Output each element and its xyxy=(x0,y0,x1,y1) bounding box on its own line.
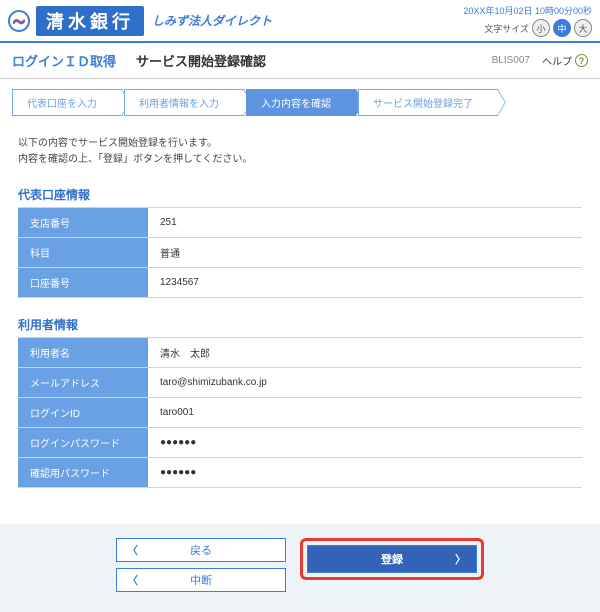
help-label: ヘルプ xyxy=(542,53,572,68)
field-value: ●●●●●● xyxy=(148,458,582,488)
field-value: 1234567 xyxy=(148,268,582,298)
cancel-button[interactable]: 〈 中断 xyxy=(116,568,286,592)
field-label: 科目 xyxy=(18,238,148,268)
chevron-left-icon: 〈 xyxy=(127,542,138,558)
table-row: 科目普通 xyxy=(18,238,582,268)
fontsize-label: 文字サイズ xyxy=(484,22,529,35)
table-row: メールアドレスtaro@shimizubank.co.jp xyxy=(18,368,582,398)
chevron-left-icon: 〈 xyxy=(127,572,138,588)
step-indicator: 代表口座を入力 利用者情報を入力 入力内容を確認 サービス開始登録完了 xyxy=(0,79,600,122)
bank-logo-icon xyxy=(8,10,30,32)
field-label: 利用者名 xyxy=(18,338,148,368)
page-subheader: ログインＩＤ取得 サービス開始登録確認 BLIS007 ヘルプ ? xyxy=(0,43,600,79)
step-2: 利用者情報を入力 xyxy=(124,89,238,116)
table-row: ログインパスワード●●●●●● xyxy=(18,428,582,458)
step-4: サービス開始登録完了 xyxy=(358,89,492,116)
field-label: 支店番号 xyxy=(18,208,148,238)
table-row: 確認用パスワード●●●●●● xyxy=(18,458,582,488)
fontsize-large-button[interactable]: 大 xyxy=(574,19,592,37)
table-row: 利用者名清水 太郎 xyxy=(18,338,582,368)
bank-name: 清水銀行 xyxy=(36,6,144,36)
cancel-button-label: 中断 xyxy=(190,572,212,588)
chevron-right-icon: 〉 xyxy=(455,551,466,567)
help-link[interactable]: ヘルプ ? xyxy=(542,53,588,68)
screen-id: BLIS007 xyxy=(492,55,530,66)
fontsize-small-button[interactable]: 小 xyxy=(532,19,550,37)
table-row: 口座番号1234567 xyxy=(18,268,582,298)
instruction-line-2: 内容を確認の上、「登録」ボタンを押してください。 xyxy=(18,152,582,168)
app-header: 清水銀行 しみず法人ダイレクト 20XX年10月02日 10時00分00秒 文字… xyxy=(0,0,600,43)
step-1: 代表口座を入力 xyxy=(12,89,116,116)
page-title: ログインＩＤ取得 xyxy=(12,51,116,70)
service-tagline: しみず法人ダイレクト xyxy=(152,12,272,29)
field-label: メールアドレス xyxy=(18,368,148,398)
user-info-table: 利用者名清水 太郎 メールアドレスtaro@shimizubank.co.jp … xyxy=(18,337,582,488)
fontsize-controls: 文字サイズ 小 中 大 xyxy=(463,19,592,37)
field-value: taro001 xyxy=(148,398,582,428)
field-value: 251 xyxy=(148,208,582,238)
field-value: 清水 太郎 xyxy=(148,338,582,368)
account-info-table: 支店番号251 科目普通 口座番号1234567 xyxy=(18,207,582,298)
field-label: ログインパスワード xyxy=(18,428,148,458)
submit-button-label: 登録 xyxy=(381,551,403,567)
help-icon: ? xyxy=(575,54,588,67)
table-row: 支店番号251 xyxy=(18,208,582,238)
action-bar: 〈 戻る 〈 中断 登録 〉 xyxy=(0,524,600,612)
timestamp: 20XX年10月02日 10時00分00秒 xyxy=(463,4,592,17)
section2-title: 利用者情報 xyxy=(18,316,582,333)
back-button-label: 戻る xyxy=(190,542,212,558)
table-row: ログインIDtaro001 xyxy=(18,398,582,428)
back-button[interactable]: 〈 戻る xyxy=(116,538,286,562)
instruction-line-1: 以下の内容でサービス開始登録を行います。 xyxy=(18,136,582,152)
field-label: 確認用パスワード xyxy=(18,458,148,488)
submit-highlight: 登録 〉 xyxy=(300,538,484,580)
submit-button[interactable]: 登録 〉 xyxy=(307,545,477,573)
page-subtitle: サービス開始登録確認 xyxy=(136,51,266,70)
header-right: 20XX年10月02日 10時00分00秒 文字サイズ 小 中 大 xyxy=(463,4,592,37)
field-label: ログインID xyxy=(18,398,148,428)
field-value: 普通 xyxy=(148,238,582,268)
field-value: taro@shimizubank.co.jp xyxy=(148,368,582,398)
field-value: ●●●●●● xyxy=(148,428,582,458)
instruction-text: 以下の内容でサービス開始登録を行います。 内容を確認の上、「登録」ボタンを押して… xyxy=(18,136,582,168)
field-label: 口座番号 xyxy=(18,268,148,298)
main-content: 以下の内容でサービス開始登録を行います。 内容を確認の上、「登録」ボタンを押して… xyxy=(0,122,600,524)
fontsize-medium-button[interactable]: 中 xyxy=(553,19,571,37)
step-3: 入力内容を確認 xyxy=(246,89,350,116)
section1-title: 代表口座情報 xyxy=(18,186,582,203)
